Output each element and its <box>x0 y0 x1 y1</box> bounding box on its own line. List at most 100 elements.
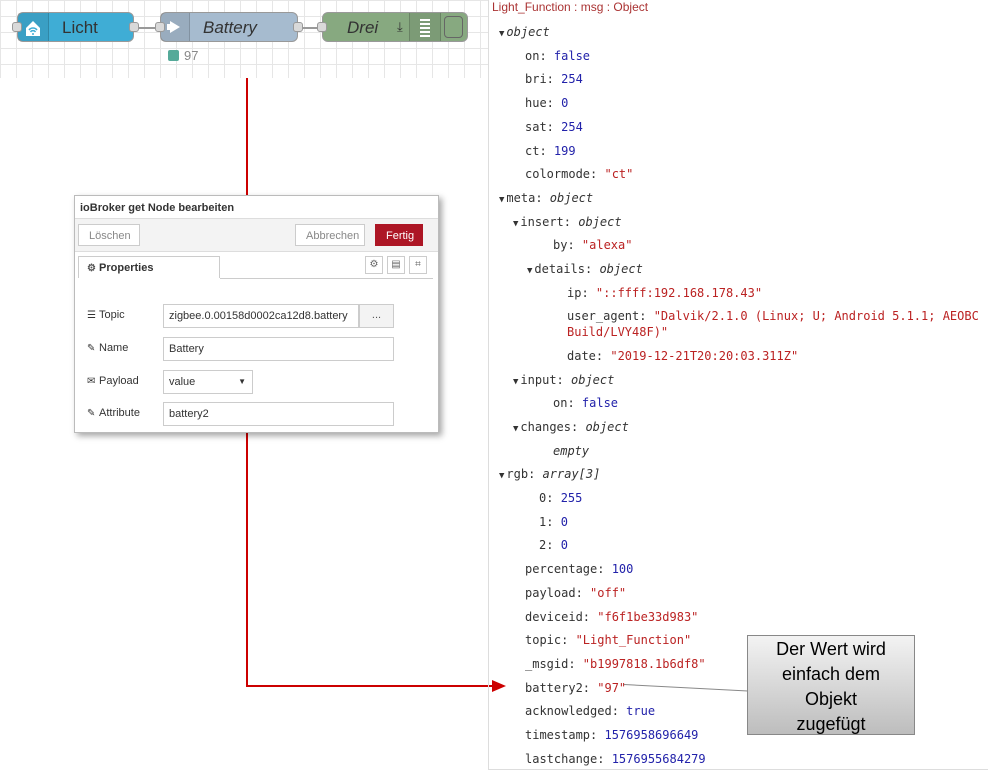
arrow-line-vertical <box>246 78 248 196</box>
debug-key: sat: <box>525 119 562 134</box>
topic-label: ☰ Topic <box>87 309 125 321</box>
annotation-line: zugefügt <box>796 714 866 734</box>
debug-tree-row: on: false <box>525 48 590 65</box>
debug-tree-row: hue: 0 <box>525 95 568 112</box>
output-port[interactable] <box>293 22 303 32</box>
debug-tree-row[interactable]: ▼ rgb: array[3] <box>499 466 600 485</box>
debug-tree-row: ct: 199 <box>525 143 576 160</box>
debug-key: user_agent: <box>567 309 654 324</box>
node-label: Licht <box>62 18 98 37</box>
debug-key: lastchange: <box>525 751 612 766</box>
debug-tree-row: ip: "::ffff:192.168.178.43" <box>567 285 762 302</box>
flow-node-licht[interactable]: Licht <box>17 12 134 42</box>
done-button[interactable]: Fertig <box>375 224 423 246</box>
debug-tree-row: 1: 0 <box>539 514 568 531</box>
down-arrow-icon: ⤓ <box>397 19 403 34</box>
debug-key: bri: <box>525 72 562 87</box>
appearance-tab-icon[interactable]: ⌗ <box>409 256 427 274</box>
debug-tree-row[interactable]: ▼ meta: object <box>499 190 593 209</box>
debug-tree-row: percentage: 100 <box>525 561 633 578</box>
debug-tree-row: sat: 254 <box>525 119 583 136</box>
browse-button[interactable]: ... <box>359 304 394 328</box>
debug-key: 2: <box>539 538 561 553</box>
debug-value: empty <box>553 443 590 458</box>
debug-value: "b1997818.1b6df8" <box>582 656 706 671</box>
debug-tree-row[interactable]: ▼ object <box>499 24 550 43</box>
output-port[interactable] <box>129 22 139 32</box>
debug-tree-row[interactable]: ▼ changes: object <box>513 419 629 438</box>
debug-toggle-button[interactable] <box>444 16 463 38</box>
wifi-home-icon <box>26 21 40 36</box>
attribute-input[interactable]: battery2 <box>163 402 394 426</box>
debug-value: 255 <box>560 491 583 505</box>
debug-key: details: <box>534 262 600 276</box>
debug-key: battery2: <box>525 680 598 695</box>
tab-label: Properties <box>99 262 154 274</box>
cancel-button[interactable]: Abbrechen <box>295 224 365 246</box>
debug-key: ct: <box>525 143 554 158</box>
debug-key: topic: <box>525 633 576 648</box>
expand-triangle-icon[interactable]: ▼ <box>513 219 518 229</box>
flow-node-drei[interactable]: Drei ⤓ <box>322 12 468 42</box>
topic-input[interactable]: zigbee.0.00158d0002ca12d8.battery <box>163 304 359 328</box>
annotation-box: Der Wert wird einfach dem Objekt zugefüg… <box>747 635 915 735</box>
node-label: Drei <box>347 18 379 37</box>
debug-tree-row[interactable]: ▼ insert: object <box>513 214 622 233</box>
debug-value: 0 <box>561 96 569 111</box>
debug-value: 0 <box>560 514 568 529</box>
input-port[interactable] <box>12 22 22 32</box>
payload-label: ✉ Payload <box>87 375 139 387</box>
expand-triangle-icon[interactable]: ▼ <box>513 377 518 387</box>
settings-tab-icon[interactable]: ⚙ <box>365 256 383 274</box>
debug-value: 254 <box>561 119 583 134</box>
tab-properties[interactable]: ⚙ Properties <box>78 256 220 278</box>
name-input[interactable]: Battery <box>163 337 394 361</box>
debug-value: "alexa" <box>581 238 633 253</box>
debug-key: ip: <box>567 285 596 300</box>
input-port[interactable] <box>155 22 165 32</box>
list-icon: ☰ <box>87 310 96 321</box>
payload-select[interactable]: value ▼ <box>163 370 253 394</box>
debug-value: 1576958696649 <box>604 728 699 742</box>
gear-icon: ⚙ <box>87 263 96 274</box>
debug-value: "f6f1be33d983" <box>597 609 699 624</box>
attribute-label: ✎ Attribute <box>87 407 140 419</box>
debug-key: input: <box>520 372 571 387</box>
debug-key: timestamp: <box>525 728 605 742</box>
expand-triangle-icon[interactable]: ▼ <box>527 266 532 276</box>
flow-node-battery[interactable]: Battery <box>160 12 298 42</box>
debug-tree-row[interactable]: ▼ details: object <box>527 261 643 280</box>
debug-tree-row: bri: 254 <box>525 71 583 88</box>
debug-value: object <box>549 190 594 205</box>
debug-message-header[interactable]: Light_Function : msg : Object <box>492 0 648 14</box>
annotation-line: einfach dem <box>781 664 881 684</box>
debug-value: true <box>626 704 656 719</box>
debug-list-icon <box>420 19 430 37</box>
debug-value: Build/LVY48F)" <box>567 325 669 340</box>
description-tab-icon[interactable]: ▤ <box>387 256 405 274</box>
debug-tree-row: battery2: "97" <box>525 680 626 697</box>
debug-value: false <box>581 396 619 411</box>
debug-value: "Light_Function" <box>575 633 692 648</box>
debug-tree-row[interactable]: ▼ input: object <box>513 372 614 391</box>
debug-tree-row: date: "2019-12-21T20:20:03.311Z" <box>567 348 798 365</box>
expand-triangle-icon[interactable]: ▼ <box>499 195 504 205</box>
debug-key: date: <box>567 348 611 363</box>
arrow-line-vertical <box>246 431 248 687</box>
debug-tree-row: user_agent: "Dalvik/2.1.0 (Linux; U; And… <box>567 308 979 325</box>
node-icon-area <box>409 13 441 41</box>
debug-key: 1: <box>539 514 561 529</box>
expand-triangle-icon[interactable]: ▼ <box>499 471 504 481</box>
expand-triangle-icon[interactable]: ▼ <box>513 424 518 434</box>
name-label: ✎ Name <box>87 342 129 354</box>
debug-value: 0 <box>560 538 568 553</box>
debug-value: "off" <box>590 585 627 600</box>
arrow-right-icon <box>167 21 180 33</box>
input-port[interactable] <box>317 22 327 32</box>
expand-triangle-icon[interactable]: ▼ <box>499 29 504 39</box>
debug-key: on: <box>553 396 582 411</box>
delete-button[interactable]: Löschen <box>78 224 140 246</box>
debug-value: false <box>553 48 591 63</box>
annotation-line: Der Wert wird <box>776 639 886 659</box>
node-label: Battery <box>203 18 257 37</box>
